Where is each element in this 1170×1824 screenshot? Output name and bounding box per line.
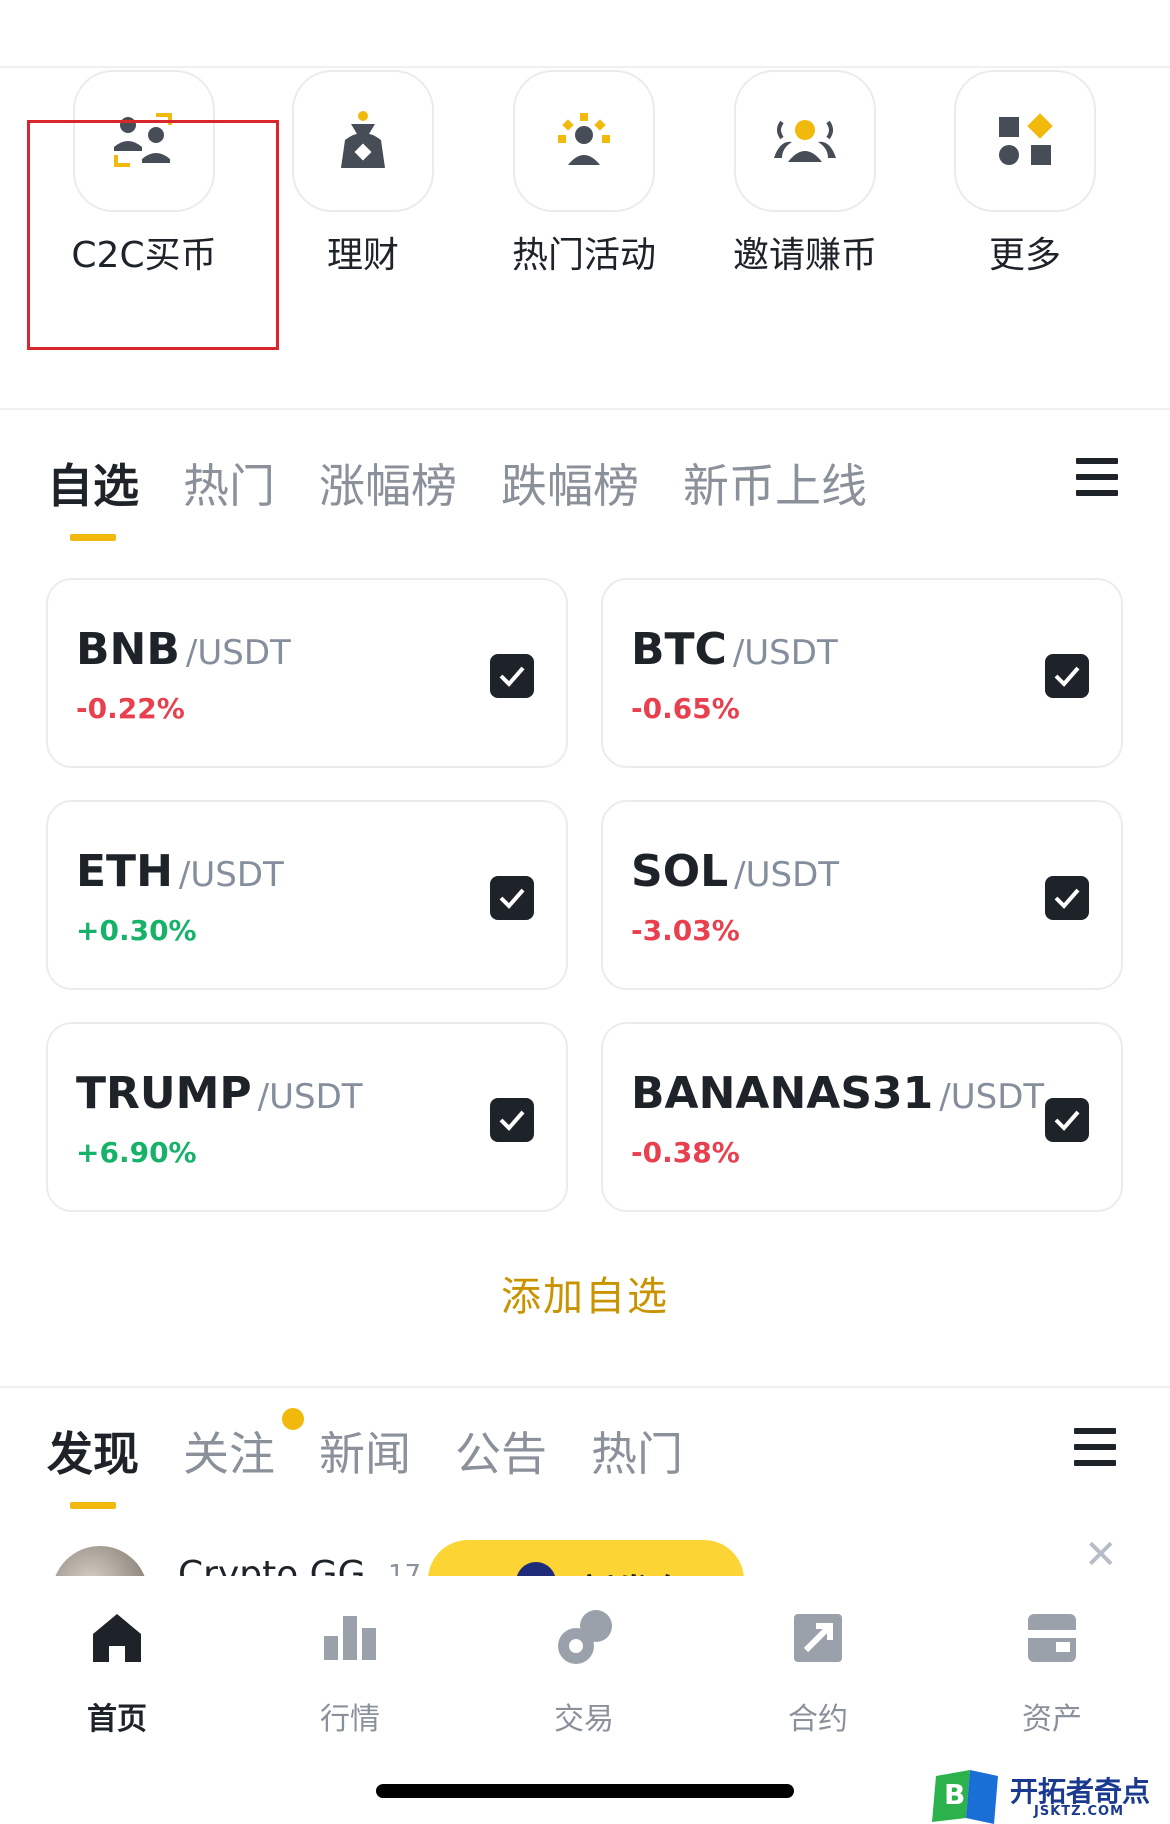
checkbox-checked-icon[interactable] — [490, 1098, 534, 1142]
nav-label: 首页 — [87, 1702, 147, 1737]
svg-text:B: B — [944, 1778, 965, 1811]
watermark: B 开拓者奇点 JSKTZ.COM — [930, 1768, 1170, 1824]
new-post-label: 新发布 — [580, 1564, 688, 1576]
invite-group-icon — [734, 70, 876, 212]
shortcut-label: 理财 — [326, 235, 399, 276]
pair-card-trump[interactable]: TRUMP/USDT +6.90% — [46, 1022, 568, 1212]
active-tab-indicator — [70, 1502, 116, 1509]
market-tabs: 自选 热门 涨幅榜 跌幅榜 新币上线 — [47, 450, 911, 516]
pair-card-sol[interactable]: SOL/USDT -3.03% — [601, 800, 1123, 990]
hot-activity-icon — [513, 70, 655, 212]
tab-discover[interactable]: 发现 — [47, 1418, 139, 1484]
tab-favorites[interactable]: 自选 — [47, 450, 139, 516]
checkbox-checked-icon[interactable] — [1045, 1098, 1089, 1142]
nav-label: 行情 — [320, 1702, 380, 1737]
checkbox-checked-icon[interactable] — [1045, 654, 1089, 698]
tab-announcements[interactable]: 公告 — [455, 1418, 547, 1484]
pair-symbol: SOL/USDT — [631, 846, 840, 897]
shortcut-hot-activity[interactable]: 热门活动 — [489, 70, 679, 278]
highlight-box — [27, 120, 279, 350]
section-divider — [0, 1386, 1170, 1388]
checkbox-checked-icon[interactable] — [490, 876, 534, 920]
new-post-button[interactable]: 新发布 — [428, 1540, 744, 1576]
tab-new-listings[interactable]: 新币上线 — [683, 450, 867, 516]
watermark-sub: JSKTZ.COM — [1034, 1804, 1125, 1819]
pair-change: +0.30% — [76, 914, 197, 947]
user-badge-icon — [516, 1562, 556, 1576]
shortcut-label: 更多 — [988, 235, 1061, 276]
pair-card-bananas31[interactable]: BANANAS31/USDT -0.38% — [601, 1022, 1123, 1212]
pair-symbol: TRUMP/USDT — [76, 1068, 363, 1119]
pair-change: -0.22% — [76, 692, 185, 725]
nav-assets[interactable]: 资产 — [972, 1608, 1132, 1738]
shortcut-label: 邀请赚币 — [732, 235, 877, 276]
futures-icon — [788, 1608, 848, 1668]
home-indicator — [376, 1784, 794, 1798]
nav-futures[interactable]: 合约 — [738, 1608, 898, 1738]
nav-label: 交易 — [554, 1702, 614, 1737]
pair-symbol: BNB/USDT — [76, 624, 291, 675]
market-menu-icon[interactable] — [1076, 458, 1118, 496]
post-meta: 17 — [388, 1560, 422, 1576]
checkbox-checked-icon[interactable] — [1045, 876, 1089, 920]
nav-trade[interactable]: 交易 — [504, 1608, 664, 1738]
close-icon[interactable]: ✕ — [1084, 1532, 1118, 1576]
pair-change: -0.38% — [631, 1136, 740, 1169]
top-strip — [0, 0, 1170, 68]
home-icon — [87, 1608, 147, 1668]
shortcut-label: 热门活动 — [511, 235, 656, 276]
tab-losers[interactable]: 跌幅榜 — [501, 450, 639, 516]
pair-symbol: BANANAS31/USDT — [631, 1068, 1045, 1119]
watermark-logo-icon: B — [932, 1770, 998, 1824]
active-tab-indicator — [70, 534, 116, 541]
shortcut-more[interactable]: 更多 — [930, 70, 1120, 278]
tab-news[interactable]: 新闻 — [319, 1418, 411, 1484]
tab-trending[interactable]: 热门 — [591, 1418, 683, 1484]
shortcut-finance[interactable]: 理财 — [268, 70, 458, 278]
avatar[interactable] — [52, 1546, 148, 1576]
wallet-icon — [1022, 1608, 1082, 1668]
nav-label: 合约 — [788, 1702, 848, 1737]
checkbox-checked-icon[interactable] — [490, 654, 534, 698]
notification-dot — [282, 1408, 304, 1430]
trade-icon — [554, 1608, 614, 1668]
bar-chart-icon — [320, 1608, 380, 1668]
pair-change: +6.90% — [76, 1136, 197, 1169]
pair-card-btc[interactable]: BTC/USDT -0.65% — [601, 578, 1123, 768]
pair-card-eth[interactable]: ETH/USDT +0.30% — [46, 800, 568, 990]
nav-label: 资产 — [1022, 1702, 1082, 1737]
tab-hot[interactable]: 热门 — [183, 450, 275, 516]
pair-symbol: BTC/USDT — [631, 624, 838, 675]
tab-following[interactable]: 关注 — [183, 1418, 275, 1484]
pair-change: -3.03% — [631, 914, 740, 947]
nav-markets[interactable]: 行情 — [270, 1608, 430, 1738]
more-shapes-icon — [954, 70, 1096, 212]
pair-card-bnb[interactable]: BNB/USDT -0.22% — [46, 578, 568, 768]
add-favorites-button[interactable]: 添加自选 — [0, 1264, 1170, 1322]
post-author[interactable]: Crypto GG — [178, 1554, 365, 1576]
shortcut-invite[interactable]: 邀请赚币 — [710, 70, 900, 278]
section-divider — [0, 408, 1170, 410]
tab-gainers[interactable]: 涨幅榜 — [319, 450, 457, 516]
feed-menu-icon[interactable] — [1074, 1428, 1116, 1466]
nav-home[interactable]: 首页 — [37, 1608, 197, 1738]
pair-change: -0.65% — [631, 692, 740, 725]
pair-symbol: ETH/USDT — [76, 846, 284, 897]
feed-post-peek: Crypto GG 17 新发布 ✕ — [0, 1510, 1170, 1576]
money-bag-icon — [292, 70, 434, 212]
feed-tabs: 发现 关注 新闻 公告 热门 — [47, 1418, 727, 1484]
